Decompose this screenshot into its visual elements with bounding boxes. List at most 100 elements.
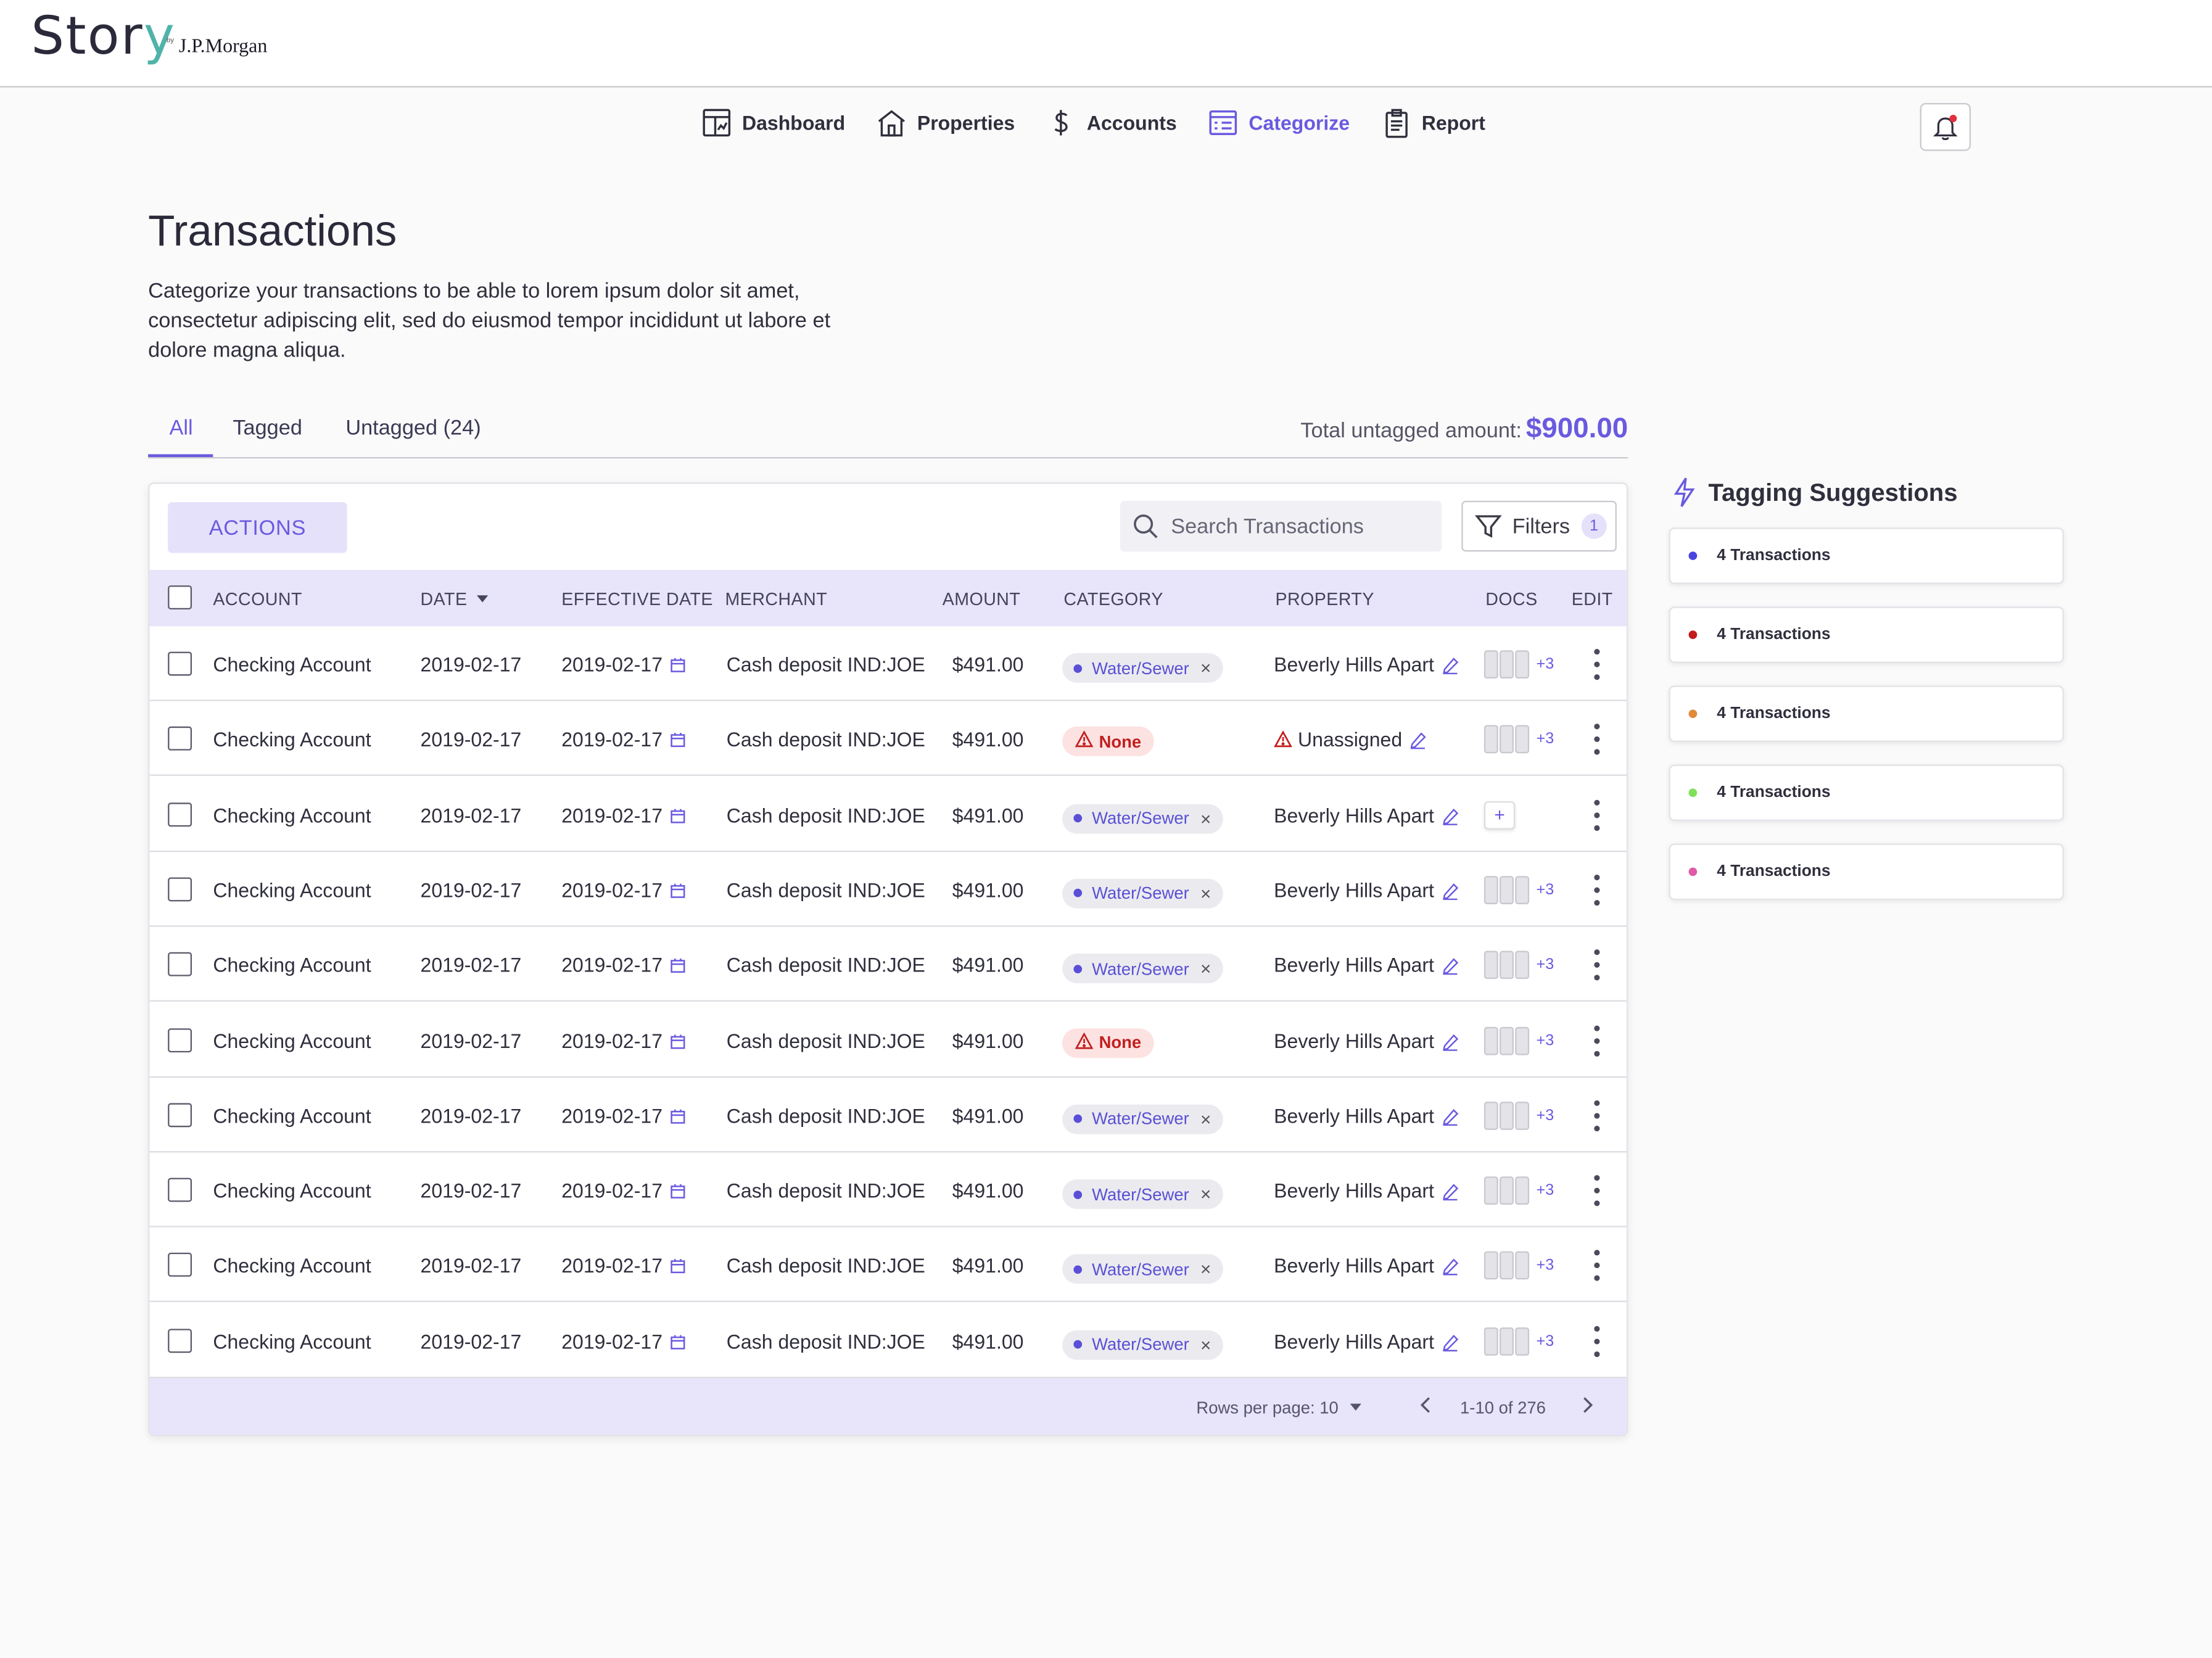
row-checkbox[interactable] [168,727,192,751]
row-menu-icon[interactable] [1591,1326,1603,1357]
filters-button[interactable]: Filters 1 [1461,500,1617,552]
nav-report[interactable]: Report [1380,107,1485,138]
suggestion-card[interactable]: 4 Transactions [1669,685,2064,742]
row-menu-icon[interactable] [1591,724,1603,756]
category-chip[interactable]: Water/Sewer × [1062,954,1223,984]
add-document-button[interactable]: + [1484,801,1516,829]
prev-page-button[interactable] [1419,1396,1434,1417]
row-checkbox[interactable] [168,1328,192,1353]
property-cell[interactable]: Beverly Hills Apart [1274,804,1458,829]
remove-category-icon[interactable]: × [1200,883,1211,904]
next-page-button[interactable] [1580,1396,1594,1417]
pencil-icon[interactable] [1441,1258,1458,1281]
suggestion-card[interactable]: 4 Transactions [1669,606,2064,663]
effective-date-cell[interactable]: 2019-02-17 [561,1255,685,1279]
remove-category-icon[interactable]: × [1200,1259,1211,1280]
pencil-icon[interactable] [1441,806,1458,829]
row-menu-icon[interactable] [1591,1100,1603,1131]
effective-date-cell[interactable]: 2019-02-17 [561,1330,685,1354]
nav-accounts[interactable]: Accounts [1046,107,1177,138]
category-chip[interactable]: Water/Sewer × [1062,878,1223,909]
category-chip[interactable]: Water/Sewer × [1062,803,1223,833]
tab-all[interactable]: All [169,416,192,440]
property-cell[interactable]: Beverly Hills Apart [1274,653,1458,678]
remove-category-icon[interactable]: × [1200,1108,1211,1129]
effective-date-cell[interactable]: 2019-02-17 [561,804,685,828]
documents-stack[interactable]: +3 [1484,649,1560,680]
remove-category-icon[interactable]: × [1200,808,1211,829]
row-menu-icon[interactable] [1591,799,1603,831]
row-menu-icon[interactable] [1591,1250,1603,1282]
category-chip[interactable]: Water/Sewer × [1062,1104,1223,1134]
nav-dashboard[interactable]: Dashboard [701,107,845,138]
col-effective-date[interactable]: EFFECTIVE DATE [561,590,713,609]
search-input[interactable]: Search Transactions [1120,500,1442,552]
actions-button[interactable]: ACTIONS [168,502,347,553]
remove-category-icon[interactable]: × [1200,1334,1211,1355]
col-amount[interactable]: AMOUNT [943,590,1021,609]
documents-stack[interactable]: +3 [1484,724,1560,755]
category-chip[interactable]: Water/Sewer × [1062,653,1223,683]
nav-properties[interactable]: Properties [877,107,1015,138]
remove-category-icon[interactable]: × [1200,658,1211,678]
row-checkbox[interactable] [168,1102,192,1127]
calendar-icon[interactable] [669,955,685,978]
effective-date-cell[interactable]: 2019-02-17 [561,1179,685,1203]
documents-stack[interactable]: +3 [1484,950,1560,981]
row-checkbox[interactable] [168,651,192,676]
pencil-icon[interactable] [1409,731,1426,754]
calendar-icon[interactable] [669,805,685,828]
row-menu-icon[interactable] [1591,949,1603,981]
row-menu-icon[interactable] [1591,1175,1603,1206]
documents-stack[interactable]: +3 [1484,875,1560,905]
pencil-icon[interactable] [1441,1182,1458,1205]
pencil-icon[interactable] [1441,1333,1458,1356]
row-menu-icon[interactable] [1591,874,1603,906]
category-chip[interactable]: Water/Sewer × [1062,1329,1223,1359]
col-category[interactable]: CATEGORY [1063,590,1163,609]
property-cell[interactable]: Unassigned [1274,728,1426,754]
pencil-icon[interactable] [1441,881,1458,904]
category-chip[interactable]: Water/Sewer × [1062,1255,1223,1285]
remove-category-icon[interactable]: × [1200,1184,1211,1205]
documents-stack[interactable]: +3 [1484,1025,1560,1056]
calendar-icon[interactable] [669,1031,685,1054]
effective-date-cell[interactable]: 2019-02-17 [561,1029,685,1053]
tab-tagged[interactable]: Tagged [233,416,302,440]
effective-date-cell[interactable]: 2019-02-17 [561,653,685,677]
property-cell[interactable]: Beverly Hills Apart [1274,1255,1458,1280]
suggestion-card[interactable]: 4 Transactions [1669,527,2064,584]
row-checkbox[interactable] [168,1178,192,1202]
row-menu-icon[interactable] [1591,649,1603,680]
select-all-checkbox[interactable] [168,585,192,609]
col-account[interactable]: ACCOUNT [213,590,302,609]
calendar-icon[interactable] [669,880,685,903]
pencil-icon[interactable] [1441,1032,1458,1055]
nav-categorize[interactable]: Categorize [1208,107,1350,138]
effective-date-cell[interactable]: 2019-02-17 [561,879,685,903]
effective-date-cell[interactable]: 2019-02-17 [561,728,685,753]
col-property[interactable]: PROPERTY [1275,590,1374,609]
row-checkbox[interactable] [168,802,192,827]
property-cell[interactable]: Beverly Hills Apart [1274,1330,1458,1355]
suggestion-card[interactable]: 4 Transactions [1669,764,2064,822]
property-cell[interactable]: Beverly Hills Apart [1274,879,1458,904]
effective-date-cell[interactable]: 2019-02-17 [561,1104,685,1128]
calendar-icon[interactable] [669,1106,685,1129]
property-cell[interactable]: Beverly Hills Apart [1274,1029,1458,1054]
rows-per-page-select[interactable]: Rows per page: 10 [1196,1398,1362,1417]
col-date[interactable]: DATE [421,590,489,609]
category-none-chip[interactable]: None [1062,727,1154,757]
row-menu-icon[interactable] [1591,1025,1603,1056]
remove-category-icon[interactable]: × [1200,958,1211,979]
row-checkbox[interactable] [168,1028,192,1052]
effective-date-cell[interactable]: 2019-02-17 [561,954,685,978]
calendar-icon[interactable] [669,654,685,677]
story-logo[interactable]: Story by J.P.Morgan [31,6,267,68]
row-checkbox[interactable] [168,877,192,902]
property-cell[interactable]: Beverly Hills Apart [1274,954,1458,979]
calendar-icon[interactable] [669,1331,685,1354]
tab-untagged[interactable]: Untagged (24) [345,416,481,440]
row-checkbox[interactable] [168,952,192,977]
category-none-chip[interactable]: None [1062,1028,1154,1058]
